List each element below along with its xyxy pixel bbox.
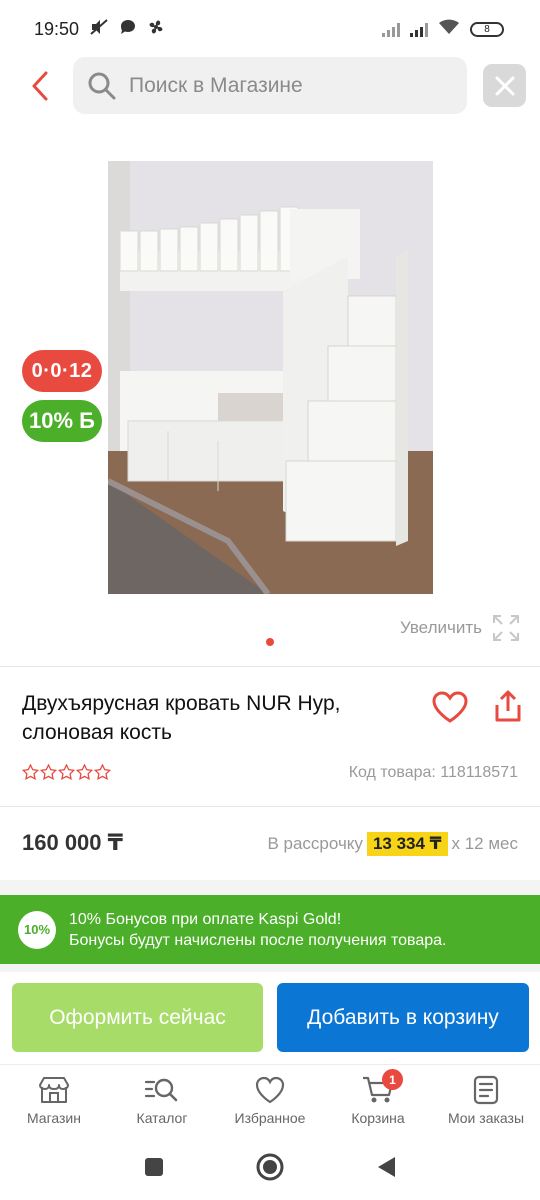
close-button[interactable] — [483, 64, 526, 107]
star-icon — [40, 764, 57, 780]
recent-apps-button[interactable] — [143, 1156, 165, 1183]
heart-icon — [255, 1076, 285, 1104]
installment-prefix: В рассрочку — [267, 834, 363, 853]
bunk-bed-image — [108, 161, 433, 594]
chevron-left-icon — [32, 71, 48, 101]
home-button[interactable] — [255, 1152, 285, 1187]
share-button[interactable] — [488, 684, 528, 728]
installment-monthly: 13 334 ₸ — [366, 832, 448, 856]
product-code: Код товара: 118118571 — [348, 764, 518, 781]
expand-icon — [493, 615, 519, 641]
star-icon — [94, 764, 111, 780]
tab-catalog[interactable]: Каталог — [108, 1065, 216, 1134]
product-price: 160 000 ₸ — [22, 830, 123, 855]
chat-icon — [119, 18, 137, 41]
buy-now-button[interactable]: Оформить сейчас — [12, 983, 263, 1052]
orders-icon — [473, 1075, 499, 1105]
installment-suffix: x 12 мес — [451, 834, 519, 853]
square-icon — [145, 1157, 163, 1176]
divider — [0, 666, 540, 667]
bonus-line-1: 10% Бонусов при оплате Kaspi Gold! — [69, 910, 342, 928]
bonus-line-2: Бонусы будут начислены после получения т… — [69, 931, 447, 949]
heart-icon — [432, 691, 468, 723]
tab-label: Мои заказы — [447, 1110, 525, 1126]
zoom-label: Увеличить — [400, 618, 482, 637]
tab-favorites[interactable]: Избранное — [216, 1065, 324, 1134]
close-icon — [495, 76, 514, 95]
separator-band — [0, 880, 540, 896]
signal-icon — [382, 21, 400, 37]
tab-shop[interactable]: Магазин — [0, 1065, 108, 1134]
bottom-tab-bar: Магазин Каталог Избранное 1 Корзина Мои … — [0, 1064, 540, 1134]
installment-badge: 0·0·12 — [22, 350, 102, 392]
search-placeholder: Поиск в Магазине — [129, 73, 303, 97]
mute-icon — [89, 18, 109, 41]
share-icon — [495, 690, 521, 722]
tab-cart[interactable]: 1 Корзина — [324, 1065, 432, 1134]
status-bar: 19:50 8 — [0, 0, 540, 58]
separator-band — [0, 964, 540, 972]
tab-orders[interactable]: Мои заказы — [432, 1065, 540, 1134]
back-button[interactable] — [22, 64, 58, 108]
favorite-button[interactable] — [428, 686, 472, 728]
bonus-percent-badge: 10% — [18, 910, 56, 949]
battery-icon: 8 — [470, 21, 504, 37]
star-icon — [22, 764, 39, 780]
system-navigation — [0, 1138, 540, 1200]
bonus-badge: 10% Б — [22, 400, 102, 442]
divider — [0, 806, 540, 807]
tab-label: Избранное — [234, 1110, 306, 1126]
zoom-button[interactable]: Увеличить — [400, 614, 520, 642]
triangle-back-icon — [378, 1156, 395, 1177]
tab-label: Корзина — [351, 1110, 405, 1126]
star-icon — [58, 764, 75, 780]
tab-label: Каталог — [136, 1110, 188, 1126]
add-to-cart-button[interactable]: Добавить в корзину — [277, 983, 529, 1052]
cart-count-badge: 1 — [382, 1069, 403, 1090]
search-icon — [88, 72, 116, 99]
gallery-pager-dot[interactable] — [266, 638, 274, 646]
product-image[interactable] — [108, 161, 433, 594]
catalog-search-icon — [144, 1078, 178, 1102]
search-input[interactable]: Поиск в Магазине — [73, 57, 467, 114]
tab-label: Магазин — [26, 1110, 81, 1126]
header: Поиск в Магазине — [0, 56, 540, 116]
wifi-icon — [438, 19, 460, 40]
system-back-button[interactable] — [375, 1155, 397, 1184]
home-circle-icon — [256, 1153, 284, 1180]
shop-icon — [39, 1077, 69, 1103]
status-time: 19:50 — [34, 18, 80, 39]
signal-icon-2 — [410, 21, 428, 37]
fan-icon — [147, 18, 165, 41]
installment-info: В рассрочку 13 334 ₸ x 12 мес — [267, 832, 518, 856]
star-icon — [76, 764, 93, 780]
product-page: 19:50 8 Поиск в Магазине 0·0·12 10% Б Ув… — [0, 0, 540, 1200]
bonus-banner[interactable]: 10% 10% Бонусов при оплате Kaspi Gold! Б… — [0, 895, 540, 964]
rating-stars[interactable] — [22, 764, 111, 780]
product-title: Двухъярусная кровать NUR Нур, слоновая к… — [22, 692, 341, 744]
